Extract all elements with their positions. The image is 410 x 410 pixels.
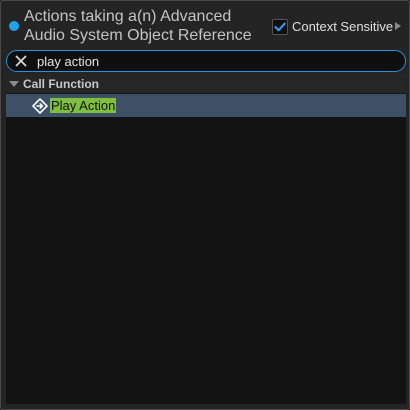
list-item-label: Play Action	[50, 98, 117, 113]
action-menu-title: Actions taking a(n) Advanced Audio Syste…	[24, 8, 252, 44]
context-sensitive-label: Context Sensitive	[292, 19, 394, 34]
category-label: Call Function	[23, 76, 99, 91]
category-expanded-arrow-icon[interactable]	[9, 80, 19, 87]
close-icon	[15, 55, 27, 67]
expand-arrow-icon[interactable]	[395, 22, 401, 30]
action-menu-panel: Actions taking a(n) Advanced Audio Syste…	[0, 0, 410, 410]
list-item-play-action[interactable]: Play Action	[6, 94, 406, 117]
category-call-function[interactable]: Call Function	[6, 74, 406, 93]
search-input[interactable]	[37, 52, 397, 70]
context-sensitive-checkbox[interactable]	[272, 18, 288, 35]
function-icon	[32, 97, 48, 114]
search-box	[6, 50, 406, 72]
pin-type-dot-icon	[9, 21, 19, 31]
results-list: Call Function Play Action	[6, 74, 406, 404]
action-menu-header: Actions taking a(n) Advanced Audio Syste…	[1, 1, 410, 49]
context-sensitive-toggle[interactable]: Context Sensitive	[272, 18, 393, 35]
checkmark-icon	[274, 22, 286, 31]
clear-search-button[interactable]	[13, 53, 29, 69]
